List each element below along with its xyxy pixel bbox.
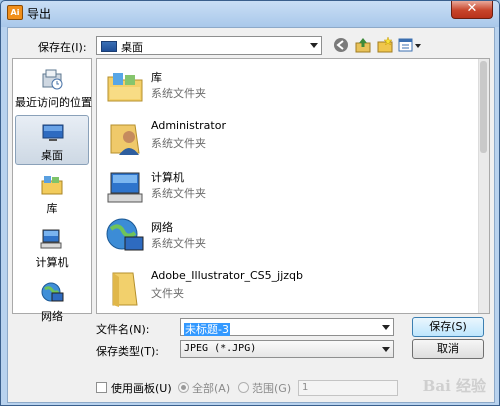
place-libraries[interactable]: 库 [15, 169, 89, 219]
up-folder-icon[interactable] [354, 36, 372, 54]
desktop-icon [101, 41, 117, 52]
file-list[interactable]: 库 系统文件夹 Administrator 系统文件夹 计算机 系统文件夹 网络… [96, 58, 490, 314]
filetype-label: 保存类型(T): [96, 345, 160, 358]
watermark: Bai 经验 [422, 377, 486, 395]
dialog-body: 保存在(I): 桌面 最近访问的位置 桌面 库 计算机 网络 库 系统文件夹 A… [7, 27, 495, 403]
user-folder-icon [105, 117, 145, 157]
title-bar[interactable]: Ai 导出 ✕ [1, 1, 499, 23]
libraries-folder-icon [105, 67, 145, 107]
save-button[interactable]: 保存(S) [412, 317, 484, 337]
scrollbar-thumb[interactable] [480, 61, 487, 153]
place-computer[interactable]: 计算机 [15, 223, 89, 273]
place-label: 最近访问的位置 [15, 96, 92, 109]
place-label: 计算机 [35, 256, 69, 269]
view-menu-icon[interactable] [398, 36, 422, 54]
file-name: 库 [151, 71, 162, 84]
file-type: 系统文件夹 [151, 187, 206, 200]
filename-field[interactable]: 未标题-3 [180, 318, 394, 336]
dialog-title: 导出 [27, 7, 52, 21]
computer-icon [105, 167, 145, 207]
filename-label: 文件名(N): [96, 323, 150, 336]
range-label: 范围(G) [252, 382, 292, 395]
place-label: 桌面 [41, 149, 63, 162]
libraries-icon [40, 173, 64, 197]
all-label: 全部(A) [192, 382, 231, 395]
list-item-folder[interactable]: Adobe_Illustrator_CS5_jjzqb 文件夹 [99, 261, 469, 311]
list-item-network[interactable]: 网络 系统文件夹 [99, 211, 469, 261]
file-type: 系统文件夹 [151, 87, 206, 100]
list-item-administrator[interactable]: Administrator 系统文件夹 [99, 111, 469, 161]
all-radio[interactable] [178, 382, 189, 393]
recent-places-icon [40, 67, 64, 91]
network-icon [105, 217, 145, 257]
range-radio[interactable] [238, 382, 249, 393]
computer-icon [40, 227, 64, 251]
filetype-select[interactable]: JPEG (*.JPG) [180, 340, 394, 358]
file-type: 系统文件夹 [151, 137, 206, 150]
file-name: 计算机 [151, 171, 184, 184]
use-artboards-label: 使用画板(U) [111, 382, 172, 395]
file-type: 文件夹 [151, 287, 184, 300]
network-icon [40, 281, 64, 305]
place-recent[interactable]: 最近访问的位置 [15, 63, 92, 113]
back-icon[interactable] [332, 36, 350, 54]
desktop-icon [41, 120, 65, 144]
list-item-libraries[interactable]: 库 系统文件夹 [99, 61, 469, 111]
illustrator-app-icon: Ai [7, 5, 23, 20]
cancel-button[interactable]: 取消 [412, 339, 484, 359]
file-name: Administrator [151, 119, 226, 132]
save-in-value: 桌面 [121, 41, 143, 54]
range-input[interactable]: 1 [298, 380, 398, 396]
use-artboards-checkbox[interactable] [96, 382, 107, 393]
save-in-combo[interactable]: 桌面 [96, 36, 322, 55]
save-in-label: 保存在(I): [38, 41, 87, 54]
export-dialog: Ai 导出 ✕ 保存在(I): 桌面 最近访问的位置 桌面 库 计算机 网络 库… [0, 0, 500, 406]
filename-value: 未标题-3 [184, 323, 230, 336]
places-bar: 最近访问的位置 桌面 库 计算机 网络 [12, 58, 92, 323]
file-name: Adobe_Illustrator_CS5_jjzqb [151, 269, 304, 282]
chevron-down-icon[interactable] [310, 43, 318, 48]
chevron-down-icon[interactable] [382, 347, 390, 352]
file-name: 网络 [151, 221, 173, 234]
vertical-scrollbar[interactable] [478, 59, 489, 313]
close-button[interactable]: ✕ [451, 1, 493, 19]
new-folder-icon[interactable] [376, 36, 394, 54]
filetype-value: JPEG (*.JPG) [184, 343, 257, 354]
folder-icon [105, 267, 145, 307]
file-type: 系统文件夹 [151, 237, 206, 250]
place-label: 库 [46, 202, 58, 215]
place-label: 网络 [41, 310, 63, 323]
list-item-computer[interactable]: 计算机 系统文件夹 [99, 161, 469, 211]
chevron-down-icon[interactable] [382, 325, 390, 330]
place-network[interactable]: 网络 [15, 277, 89, 327]
place-desktop[interactable]: 桌面 [15, 115, 89, 165]
